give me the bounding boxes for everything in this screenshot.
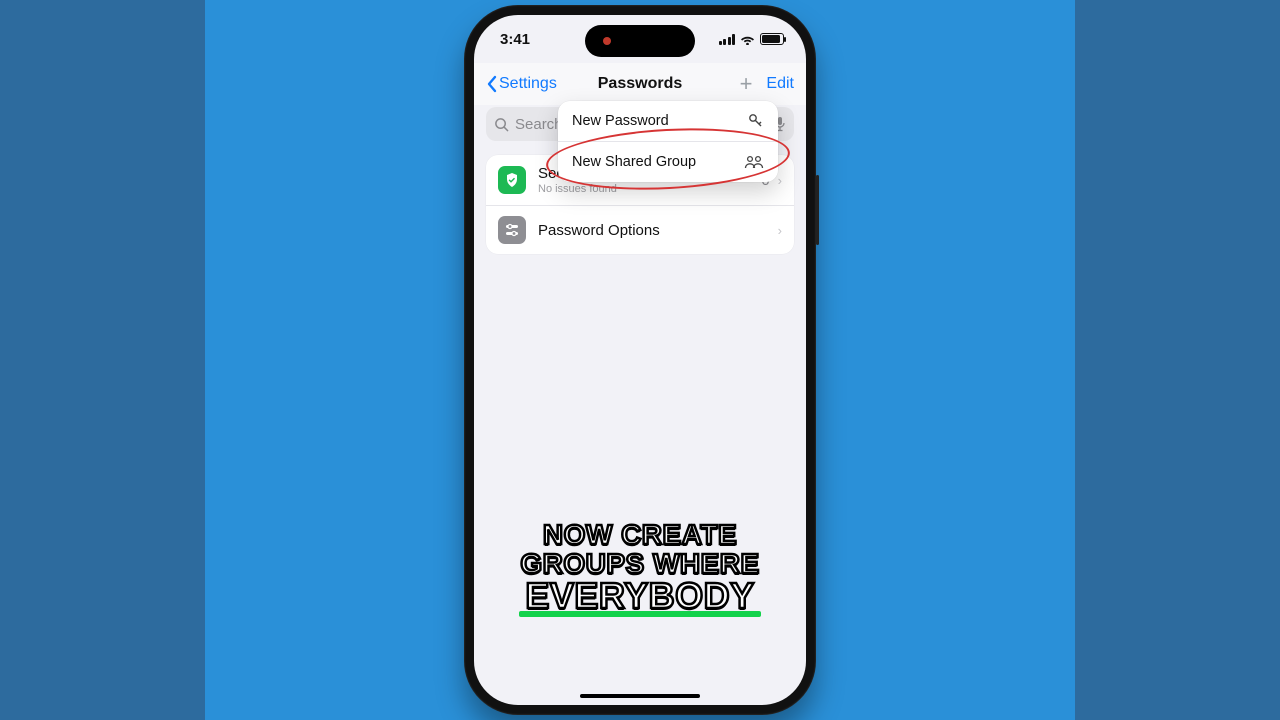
- caption-line-1: NOW CREATE: [474, 521, 806, 550]
- chevron-right-icon: ›: [778, 173, 782, 188]
- chevron-left-icon: [486, 75, 497, 93]
- shield-icon: [498, 166, 526, 194]
- back-label: Settings: [499, 75, 557, 93]
- caption-line-3: EVERYBODY: [521, 578, 758, 615]
- iphone-screen: 3:41 Settings Passwords + Edit: [474, 15, 806, 705]
- menu-item-label: New Password: [572, 113, 669, 129]
- options-icon: [498, 216, 526, 244]
- menu-item-label: New Shared Group: [572, 154, 696, 170]
- row-password-options[interactable]: Password Options ›: [486, 205, 794, 254]
- row-label: Password Options: [538, 222, 778, 239]
- dynamic-island: [585, 25, 695, 57]
- status-time: 3:41: [500, 31, 530, 48]
- back-button[interactable]: Settings: [486, 75, 557, 93]
- caption-line-2: GROUPS WHERE: [474, 550, 806, 579]
- edit-button[interactable]: Edit: [766, 75, 794, 93]
- key-icon: [748, 113, 764, 129]
- battery-icon: [760, 33, 784, 45]
- search-icon: [494, 117, 509, 132]
- chevron-right-icon: ›: [778, 223, 782, 238]
- cellular-icon: [719, 34, 736, 45]
- nav-bar: Settings Passwords + Edit: [474, 63, 806, 105]
- home-indicator[interactable]: [580, 694, 700, 699]
- menu-item-new-password[interactable]: New Password: [558, 101, 778, 141]
- menu-item-new-shared-group[interactable]: New Shared Group: [558, 141, 778, 182]
- wifi-icon: [740, 34, 755, 45]
- iphone-device-frame: 3:41 Settings Passwords + Edit: [464, 5, 816, 715]
- add-button[interactable]: +: [740, 71, 753, 97]
- add-menu-popup: New Password New Shared Group: [558, 101, 778, 182]
- video-frame: 3:41 Settings Passwords + Edit: [0, 0, 1280, 720]
- recording-dot-icon: [603, 37, 611, 45]
- row-sublabel: No issues found: [538, 183, 761, 195]
- video-caption: NOW CREATE GROUPS WHERE EVERYBODY: [474, 521, 806, 615]
- search-placeholder: Search: [515, 116, 563, 133]
- people-icon: [744, 155, 764, 169]
